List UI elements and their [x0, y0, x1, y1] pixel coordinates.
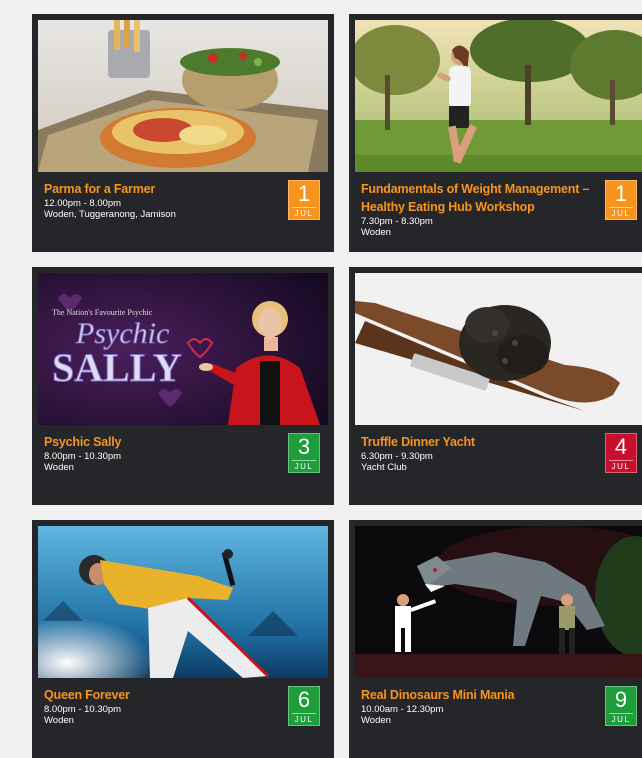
- date-badge: 9 JUL: [605, 686, 637, 726]
- event-title[interactable]: Parma for a Farmer: [44, 180, 276, 198]
- dinosaur-show-image: [355, 526, 642, 678]
- event-time: 10.00am - 12.30pm: [361, 704, 444, 715]
- date-badge: 1 JUL: [288, 180, 320, 220]
- event-title[interactable]: Real Dinosaurs Mini Mania: [361, 686, 593, 704]
- event-image[interactable]: [355, 20, 642, 172]
- date-day: 6: [297, 687, 311, 712]
- event-card[interactable]: Fundamentals of Weight Management – Heal…: [349, 14, 642, 252]
- date-badge: 4 JUL: [605, 433, 637, 473]
- date-day: 3: [297, 434, 311, 459]
- date-day: 9: [614, 687, 628, 712]
- date-month: JUL: [292, 460, 316, 473]
- event-title[interactable]: Truffle Dinner Yacht: [361, 433, 593, 451]
- date-badge: 6 JUL: [288, 686, 320, 726]
- promo-line-2: SALLY: [52, 345, 182, 390]
- singer-stage-image: [38, 526, 328, 678]
- event-time: 6.30pm - 9.30pm: [361, 451, 433, 462]
- woman-jogging-image: [355, 20, 642, 172]
- event-image[interactable]: The Nation's Favourite Psychic Psychic S…: [38, 273, 328, 425]
- event-title[interactable]: Fundamentals of Weight Management – Heal…: [361, 180, 593, 216]
- promo-tagline: The Nation's Favourite Psychic: [52, 308, 153, 317]
- event-image[interactable]: [355, 526, 642, 678]
- event-card[interactable]: The Nation's Favourite Psychic Psychic S…: [32, 267, 334, 505]
- event-time: 12.00pm - 8.00pm: [44, 198, 122, 209]
- event-card[interactable]: Queen Forever 8.00pm - 10.30pm Woden 6 J…: [32, 520, 334, 758]
- event-venue: Woden, Tuggeranong, Jamison: [44, 209, 176, 220]
- event-title[interactable]: Psychic Sally: [44, 433, 276, 451]
- event-card[interactable]: Real Dinosaurs Mini Mania 10.00am - 12.3…: [349, 520, 642, 758]
- date-month: JUL: [292, 207, 316, 220]
- date-day: 4: [614, 434, 628, 459]
- event-card[interactable]: Truffle Dinner Yacht 6.30pm - 9.30pm Yac…: [349, 267, 642, 505]
- event-image[interactable]: [355, 273, 642, 425]
- event-time: 8.00pm - 10.30pm: [44, 451, 122, 462]
- event-venue: Woden: [361, 227, 391, 238]
- truffle-image: [355, 273, 642, 425]
- event-venue: Woden: [44, 715, 74, 726]
- event-time: 8.00pm - 10.30pm: [44, 704, 122, 715]
- date-month: JUL: [609, 207, 633, 220]
- event-title[interactable]: Queen Forever: [44, 686, 276, 704]
- date-day: 1: [297, 181, 311, 206]
- date-month: JUL: [292, 713, 316, 726]
- event-venue: Woden: [44, 462, 74, 473]
- event-card[interactable]: Parma for a Farmer 12.00pm - 8.00pm Wode…: [32, 14, 334, 252]
- event-venue: Yacht Club: [361, 462, 407, 473]
- event-image[interactable]: [38, 526, 328, 678]
- psychic-sally-promo-image: The Nation's Favourite Psychic Psychic S…: [38, 273, 328, 425]
- event-grid: Parma for a Farmer 12.00pm - 8.00pm Wode…: [32, 14, 642, 758]
- event-venue: Woden: [361, 715, 391, 726]
- date-month: JUL: [609, 460, 633, 473]
- parma-dish-image: [38, 20, 328, 172]
- event-time: 7.30pm - 8.30pm: [361, 216, 433, 227]
- date-month: JUL: [609, 713, 633, 726]
- date-badge: 3 JUL: [288, 433, 320, 473]
- date-day: 1: [614, 181, 628, 206]
- event-image[interactable]: [38, 20, 328, 172]
- date-badge: 1 JUL: [605, 180, 637, 220]
